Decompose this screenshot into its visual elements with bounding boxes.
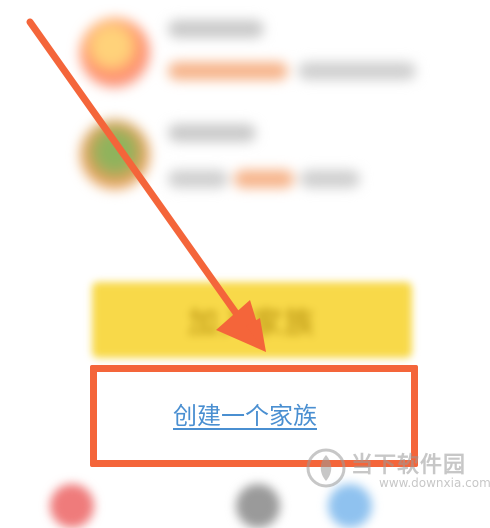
family-name-placeholder [168,124,256,142]
family-tag-placeholder [168,62,288,80]
nav-icon[interactable] [236,484,280,528]
family-name-placeholder [168,20,264,38]
nav-icon[interactable] [50,484,94,528]
family-meta-placeholder [298,62,416,80]
family-tag-placeholder [168,170,228,188]
family-avatar[interactable] [80,18,150,88]
family-avatar[interactable] [80,120,150,190]
create-family-link[interactable]: 创建一个家族 [0,396,490,431]
watermark-site-name: 当下软件园 [351,453,467,478]
family-meta-placeholder [300,170,360,188]
downxia-logo-icon [306,448,346,488]
watermark-site-url: www.downxia.com [379,476,490,490]
join-family-button[interactable]: 加入家族 [92,282,412,358]
family-tag-placeholder [234,170,294,188]
watermark: 当下软件园 www.downxia.com [305,445,490,495]
